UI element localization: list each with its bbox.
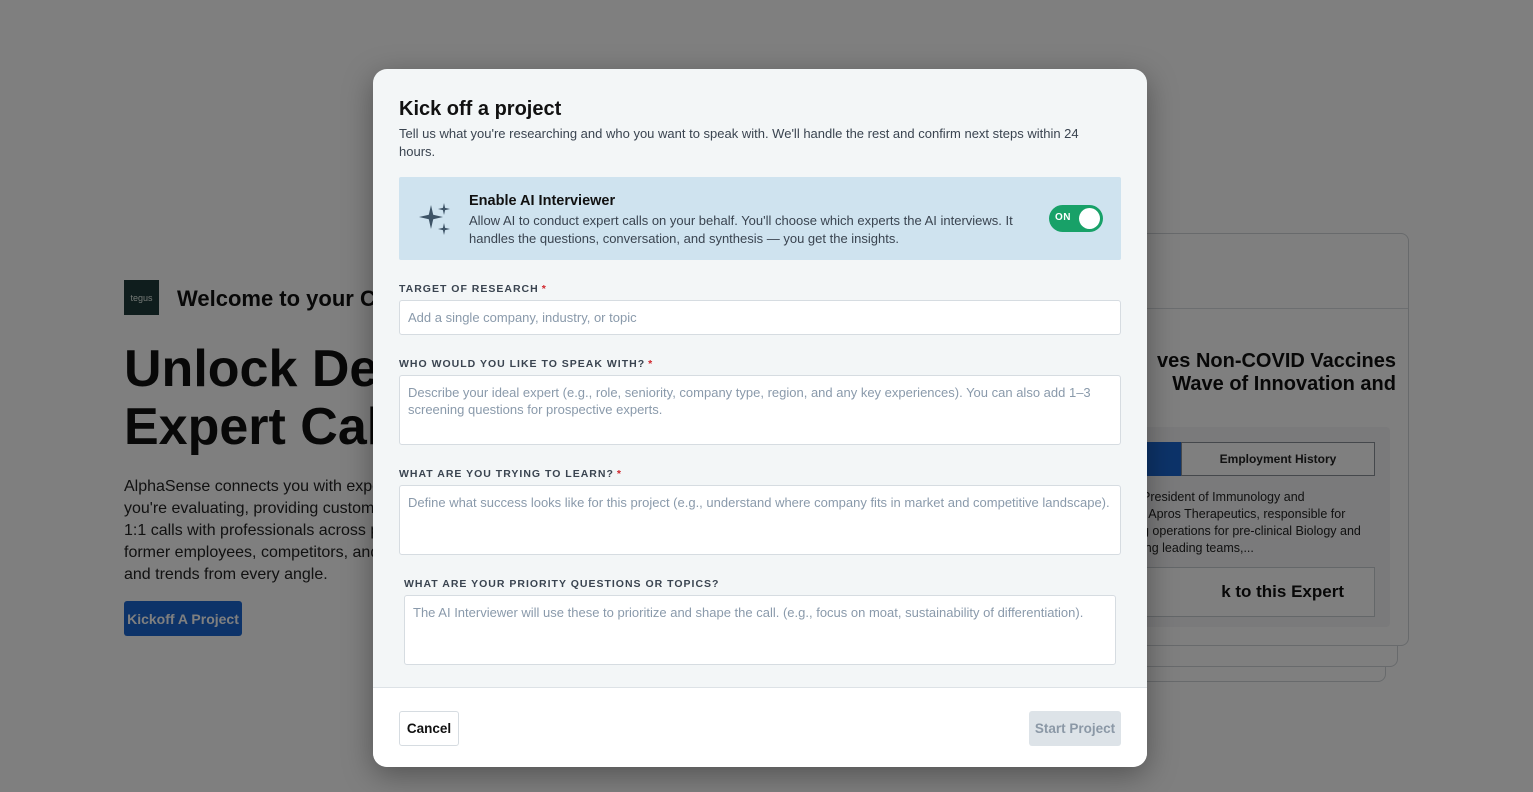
speak-with-label: WHO WOULD YOU LIKE TO SPEAK WITH? * xyxy=(399,358,653,370)
learn-label: WHAT ARE YOU TRYING TO LEARN? * xyxy=(399,468,622,480)
target-of-research-input[interactable] xyxy=(399,300,1121,335)
speak-with-textarea[interactable] xyxy=(399,375,1121,445)
required-marker: * xyxy=(541,283,547,295)
ai-interviewer-banner: Enable AI Interviewer Allow AI to conduc… xyxy=(399,177,1121,260)
ai-interviewer-title: Enable AI Interviewer xyxy=(469,193,616,209)
sparkles-icon xyxy=(419,203,450,235)
required-marker: * xyxy=(616,468,622,480)
speak-with-label-text: WHO WOULD YOU LIKE TO SPEAK WITH? xyxy=(399,358,646,370)
ai-interviewer-description: Allow AI to conduct expert calls on your… xyxy=(469,213,1013,246)
priority-label: WHAT ARE YOUR PRIORITY QUESTIONS OR TOPI… xyxy=(404,578,719,590)
modal-subtitle: Tell us what you're researching and who … xyxy=(399,126,1079,159)
priority-label-text: WHAT ARE YOUR PRIORITY QUESTIONS OR TOPI… xyxy=(404,578,720,590)
modal-footer: Cancel Start Project xyxy=(373,687,1147,767)
start-project-button[interactable]: Start Project xyxy=(1029,711,1121,746)
cancel-button[interactable]: Cancel xyxy=(399,711,459,746)
toggle-knob xyxy=(1079,208,1100,229)
required-marker: * xyxy=(648,358,654,370)
kickoff-project-modal: Kick off a project Tell us what you're r… xyxy=(373,69,1147,767)
priority-textarea[interactable] xyxy=(404,595,1116,665)
toggle-state-label: ON xyxy=(1055,212,1071,223)
target-of-research-label: TARGET OF RESEARCH * xyxy=(399,283,547,295)
ai-interviewer-toggle[interactable]: ON xyxy=(1049,205,1103,232)
learn-textarea[interactable] xyxy=(399,485,1121,555)
modal-title: Kick off a project xyxy=(399,98,562,120)
learn-label-text: WHAT ARE YOU TRYING TO LEARN? xyxy=(399,468,614,480)
target-label-text: TARGET OF RESEARCH xyxy=(399,283,539,295)
